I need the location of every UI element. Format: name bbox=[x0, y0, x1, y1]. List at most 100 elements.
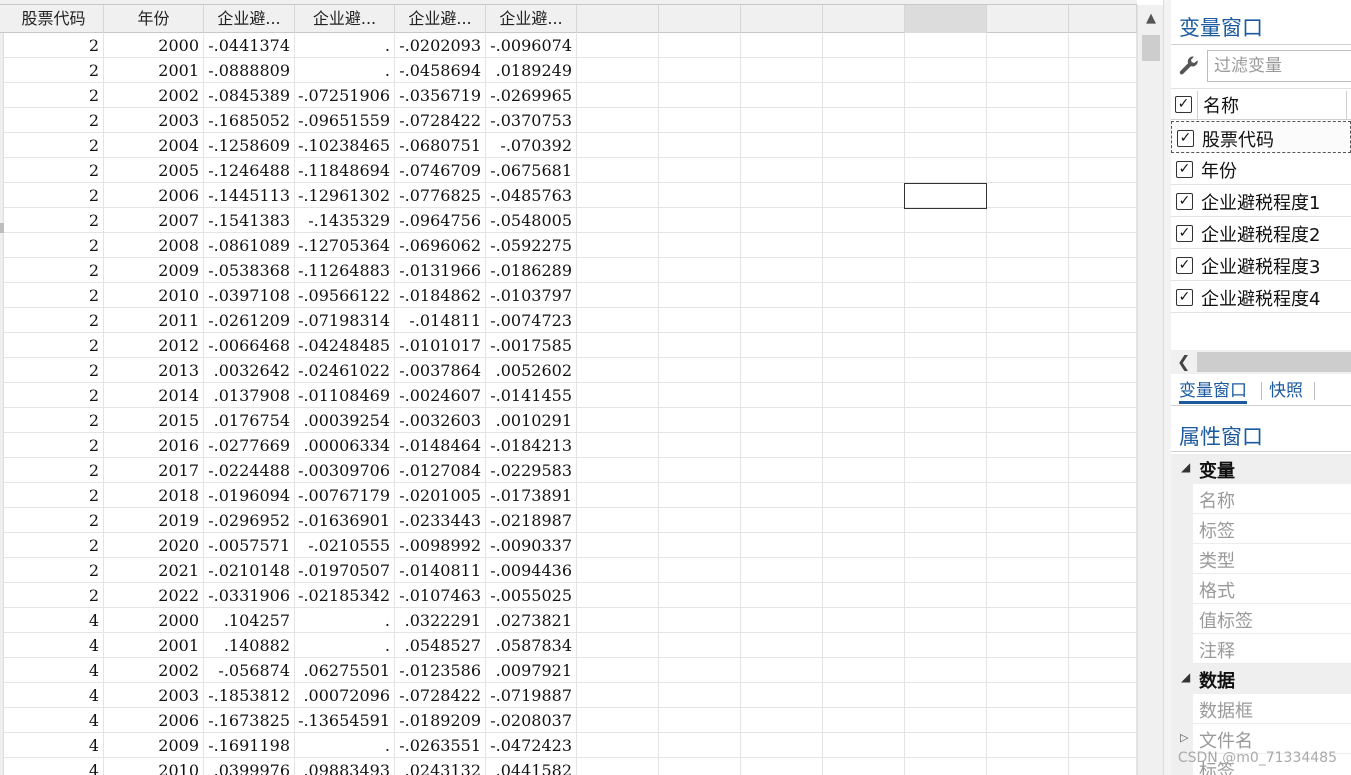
table-cell[interactable] bbox=[659, 708, 741, 733]
table-cell[interactable]: -.04248485 bbox=[295, 333, 395, 358]
table-cell[interactable]: -.00309706 bbox=[295, 458, 395, 483]
table-cell[interactable]: -.0173891 bbox=[486, 483, 577, 508]
table-cell[interactable] bbox=[659, 283, 741, 308]
table-cell[interactable] bbox=[823, 258, 905, 283]
table-row[interactable]: 2 2015.0176754.00039254 -.0032603.0010291 bbox=[0, 408, 1137, 433]
table-cell[interactable]: .09883493 bbox=[295, 758, 395, 775]
table-cell[interactable] bbox=[741, 208, 823, 233]
table-cell[interactable] bbox=[823, 283, 905, 308]
table-cell[interactable] bbox=[741, 108, 823, 133]
table-cell[interactable] bbox=[577, 408, 659, 433]
table-cell[interactable]: -.01970507 bbox=[295, 558, 395, 583]
table-cell[interactable] bbox=[659, 358, 741, 383]
table-cell[interactable] bbox=[659, 83, 741, 108]
table-cell[interactable] bbox=[1069, 583, 1137, 608]
table-cell[interactable] bbox=[577, 208, 659, 233]
table-cell[interactable] bbox=[823, 658, 905, 683]
column-header[interactable]: 企业避... bbox=[295, 5, 395, 33]
table-cell[interactable]: 2 bbox=[4, 383, 104, 408]
table-cell[interactable] bbox=[659, 308, 741, 333]
table-cell[interactable]: -.0098992 bbox=[395, 533, 486, 558]
column-header[interactable] bbox=[577, 5, 659, 33]
variable-list-item[interactable]: ✓ 年份 bbox=[1171, 153, 1351, 185]
filter-variables-input[interactable] bbox=[1207, 50, 1351, 82]
table-cell[interactable]: -.0964756 bbox=[395, 208, 486, 233]
table-cell[interactable]: -.0055025 bbox=[486, 583, 577, 608]
table-cell[interactable] bbox=[823, 558, 905, 583]
table-cell[interactable]: -.0592275 bbox=[486, 233, 577, 258]
table-cell[interactable] bbox=[823, 583, 905, 608]
table-cell[interactable] bbox=[741, 383, 823, 408]
table-cell[interactable] bbox=[577, 558, 659, 583]
table-cell[interactable]: .104257 bbox=[204, 608, 295, 633]
table-cell[interactable]: -.12705364 bbox=[295, 233, 395, 258]
table-cell[interactable]: .0189249 bbox=[486, 58, 577, 83]
horizontal-scrollbar[interactable]: ❮ bbox=[1171, 350, 1351, 374]
table-cell[interactable] bbox=[1069, 283, 1137, 308]
column-header[interactable]: 年份 bbox=[104, 5, 204, 33]
table-cell[interactable] bbox=[659, 133, 741, 158]
table-cell[interactable]: -.0184862 bbox=[395, 283, 486, 308]
checkbox-checked-icon[interactable]: ✓ bbox=[1177, 130, 1194, 147]
table-cell[interactable]: -.0296952 bbox=[204, 508, 295, 533]
table-cell[interactable]: -.12961302 bbox=[295, 183, 395, 208]
table-cell[interactable]: 4 bbox=[4, 733, 104, 758]
table-row[interactable]: 4 2001.140882. .0548527.0587834 bbox=[0, 633, 1137, 658]
table-cell[interactable] bbox=[987, 658, 1069, 683]
table-cell[interactable] bbox=[1069, 333, 1137, 358]
table-cell[interactable]: 2 bbox=[4, 508, 104, 533]
tab-snapshots[interactable]: 快照 bbox=[1269, 378, 1303, 404]
table-cell[interactable]: 2 bbox=[4, 408, 104, 433]
table-cell[interactable]: -.0441374 bbox=[204, 33, 295, 58]
table-cell[interactable]: 2013 bbox=[104, 358, 204, 383]
table-cell[interactable] bbox=[987, 458, 1069, 483]
variable-list-item[interactable]: ✓ 企业避税程度3 bbox=[1171, 249, 1351, 281]
table-cell[interactable] bbox=[905, 483, 987, 508]
table-cell[interactable] bbox=[741, 333, 823, 358]
table-cell[interactable] bbox=[987, 58, 1069, 83]
table-cell[interactable]: -.0017585 bbox=[486, 333, 577, 358]
table-cell[interactable] bbox=[1069, 158, 1137, 183]
table-cell[interactable] bbox=[823, 83, 905, 108]
table-cell[interactable]: .00039254 bbox=[295, 408, 395, 433]
table-cell[interactable] bbox=[741, 433, 823, 458]
table-cell[interactable]: -.0548005 bbox=[486, 208, 577, 233]
property-item[interactable]: 值标签 bbox=[1171, 604, 1351, 634]
table-cell[interactable]: -.02461022 bbox=[295, 358, 395, 383]
variable-list-item[interactable]: ✓ 企业避税程度1 bbox=[1171, 185, 1351, 217]
table-cell[interactable] bbox=[905, 683, 987, 708]
table-cell[interactable]: 2003 bbox=[104, 683, 204, 708]
table-cell[interactable] bbox=[1069, 33, 1137, 58]
table-cell[interactable] bbox=[905, 33, 987, 58]
table-cell[interactable] bbox=[659, 108, 741, 133]
table-cell[interactable]: -.09651559 bbox=[295, 108, 395, 133]
table-cell[interactable] bbox=[741, 608, 823, 633]
table-cell[interactable]: . bbox=[295, 58, 395, 83]
table-cell[interactable]: 2 bbox=[4, 158, 104, 183]
table-row[interactable]: 2 2005 -.1246488 -.11848694 -.0746709 -.06756… bbox=[0, 158, 1137, 183]
table-cell[interactable] bbox=[823, 633, 905, 658]
table-cell[interactable] bbox=[577, 308, 659, 333]
table-cell[interactable] bbox=[987, 333, 1069, 358]
table-cell[interactable] bbox=[987, 83, 1069, 108]
table-cell[interactable] bbox=[1069, 208, 1137, 233]
table-cell[interactable] bbox=[905, 758, 987, 775]
table-cell[interactable] bbox=[577, 33, 659, 58]
table-cell[interactable] bbox=[987, 608, 1069, 633]
table-cell[interactable] bbox=[905, 708, 987, 733]
table-cell[interactable] bbox=[987, 358, 1069, 383]
table-cell[interactable] bbox=[577, 333, 659, 358]
property-section[interactable]: ◢ 变量 bbox=[1171, 454, 1351, 484]
table-cell[interactable]: 2002 bbox=[104, 83, 204, 108]
table-cell[interactable] bbox=[823, 208, 905, 233]
table-row[interactable]: 2 2013.0032642 -.02461022 -.0037864.0052602 bbox=[0, 358, 1137, 383]
table-cell[interactable] bbox=[987, 233, 1069, 258]
property-item[interactable]: 名称 bbox=[1171, 484, 1351, 514]
table-cell[interactable]: 2003 bbox=[104, 108, 204, 133]
table-cell[interactable] bbox=[987, 533, 1069, 558]
table-cell[interactable] bbox=[659, 208, 741, 233]
table-cell[interactable]: -.0208037 bbox=[486, 708, 577, 733]
table-cell[interactable] bbox=[659, 383, 741, 408]
table-cell[interactable] bbox=[905, 158, 987, 183]
table-cell[interactable] bbox=[823, 708, 905, 733]
